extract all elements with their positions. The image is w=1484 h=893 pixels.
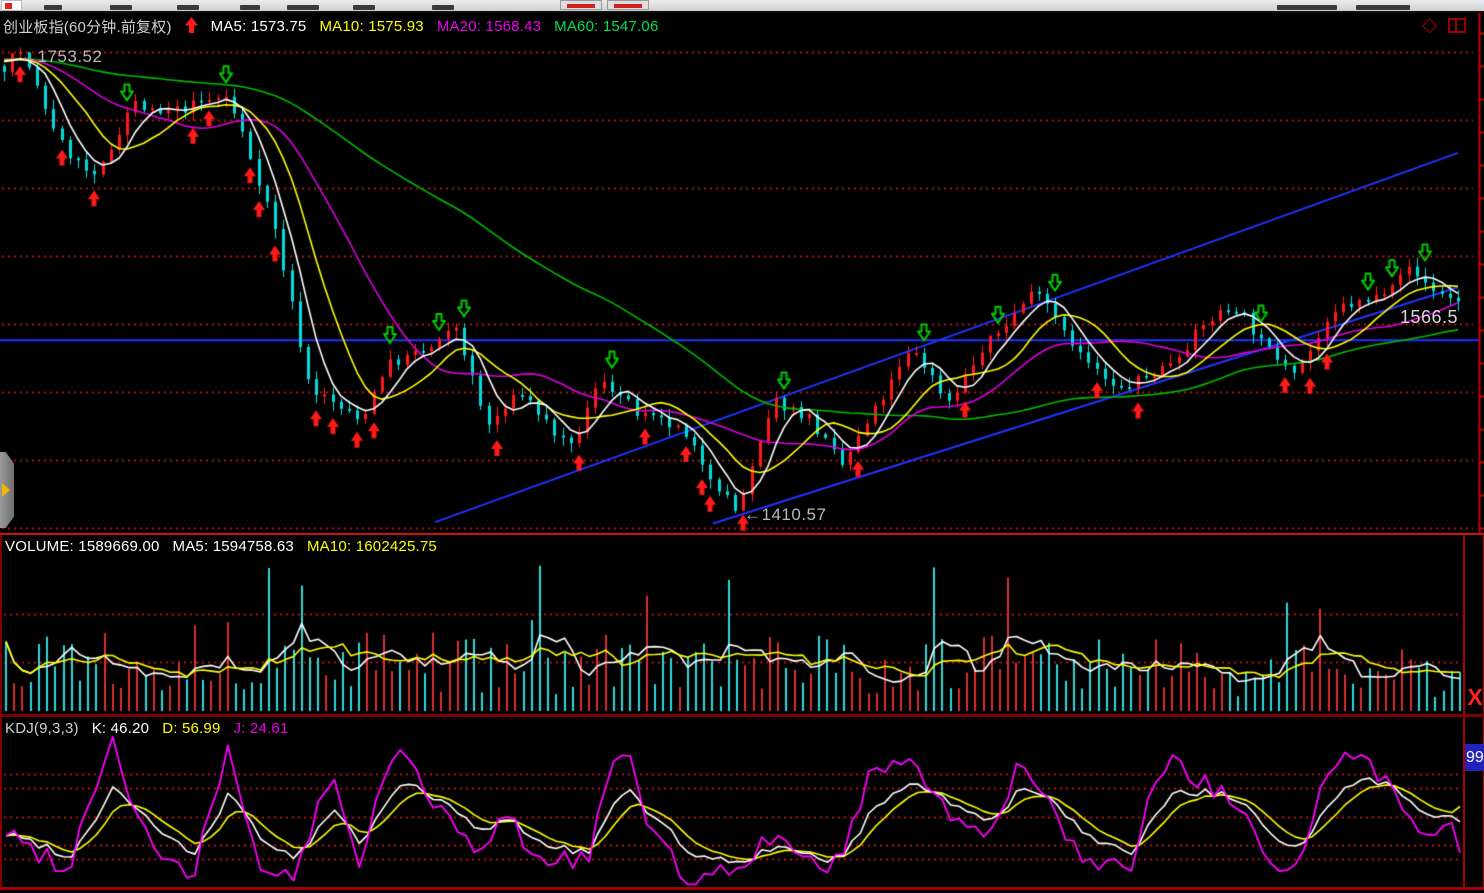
volume-value: VOLUME: 1589669.00: [5, 538, 160, 555]
volume-chart-canvas[interactable]: [2, 535, 1484, 714]
kdj-k-value: K: 46.20: [92, 720, 149, 737]
volume-header: VOLUME: 1589669.00 MA5: 1594758.63 MA10:…: [5, 538, 437, 555]
volume-ma5-value: MA5: 1594758.63: [173, 538, 294, 555]
menu-item-stub[interactable]: [1356, 5, 1410, 10]
ma60-value: MA60: 1547.06: [554, 18, 658, 35]
right-column-border: [1463, 717, 1465, 888]
expand-arrow-icon: [2, 483, 10, 497]
menu-button-red[interactable]: [560, 0, 602, 10]
app-logo[interactable]: [1, 0, 22, 11]
low-price-label: ←1410.57: [744, 505, 826, 525]
buy-signal-icon: [185, 17, 198, 37]
split-window-icon[interactable]: [1448, 18, 1466, 33]
kdj-j-value: J: 24.61: [234, 720, 289, 737]
volume-ma10-value: MA10: 1602425.75: [307, 538, 437, 555]
ma20-value: MA20: 1568.43: [437, 18, 541, 35]
kdj-panel: KDJ(9,3,3) K: 46.20 D: 56.99 J: 24.61 99: [0, 717, 1484, 888]
main-chart-header: 创业板指(60分钟.前复权) MA5: 1573.75 MA10: 1575.9…: [3, 16, 659, 37]
menu-item-stub[interactable]: [44, 5, 62, 10]
menu-button-red[interactable]: [607, 0, 649, 10]
menu-item-stub[interactable]: [240, 5, 260, 10]
ma5-value: MA5: 1573.75: [211, 18, 307, 35]
bottom-border-line: [0, 887, 1484, 890]
diamond-tool-icon[interactable]: ◇: [1422, 15, 1437, 35]
close-indicator-button[interactable]: X: [1466, 683, 1484, 711]
menu-item-stub[interactable]: [287, 5, 319, 10]
candlestick-chart-canvas[interactable]: [0, 13, 1484, 533]
menu-item-stub[interactable]: [110, 5, 132, 10]
last-price-label: 1566.5: [1400, 307, 1458, 328]
menu-item-stub[interactable]: [177, 5, 199, 10]
ma10-value: MA10: 1575.93: [319, 18, 423, 35]
kdj-header: KDJ(9,3,3) K: 46.20 D: 56.99 J: 24.61: [5, 720, 288, 737]
kdj-axis-value-badge: 99: [1465, 744, 1484, 771]
high-price-label: ←1753.52: [20, 47, 102, 67]
kdj-d-value: D: 56.99: [162, 720, 220, 737]
volume-panel: VOLUME: 1589669.00 MA5: 1594758.63 MA10:…: [0, 535, 1484, 714]
menu-item-stub[interactable]: [1277, 5, 1337, 10]
menu-bar: [0, 0, 1484, 13]
kdj-title: KDJ(9,3,3): [5, 720, 79, 737]
instrument-title: 创业板指(60分钟.前复权): [3, 16, 172, 37]
kdj-chart-canvas[interactable]: [2, 717, 1484, 888]
menu-item-stub[interactable]: [432, 5, 454, 10]
sidebar-expand-handle[interactable]: [0, 452, 14, 528]
right-column-border: [1463, 535, 1465, 714]
menu-item-stub[interactable]: [353, 5, 375, 10]
main-chart-panel: 创业板指(60分钟.前复权) MA5: 1573.75 MA10: 1575.9…: [0, 13, 1484, 533]
